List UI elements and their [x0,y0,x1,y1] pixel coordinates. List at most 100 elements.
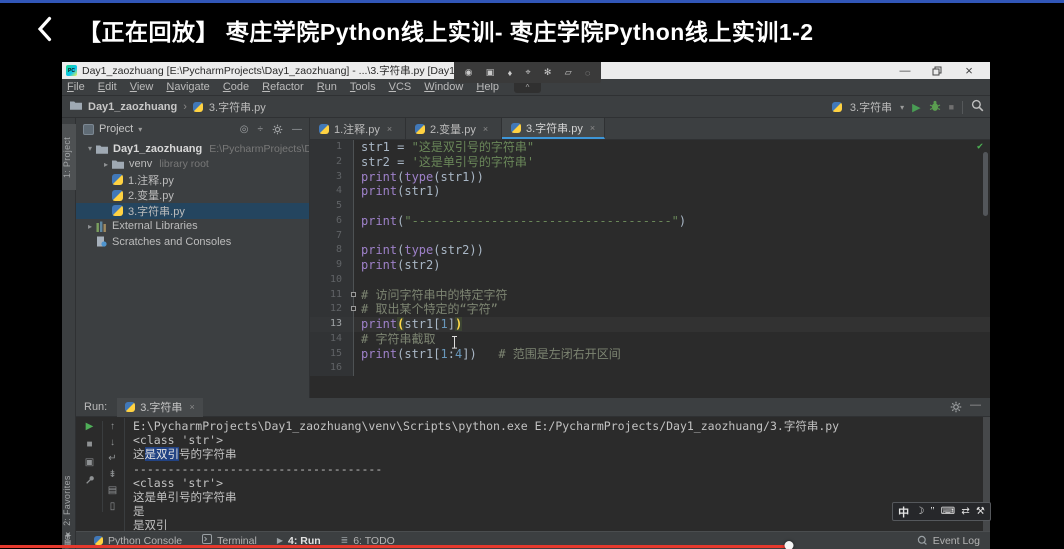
line-number[interactable]: 5 [310,199,354,214]
code-line-2[interactable]: 2str2 = '这是单引号的字符串' [310,155,990,170]
menu-file[interactable]: File [67,81,85,93]
line-number[interactable]: 4 [310,184,354,199]
up-stacktrace-button[interactable]: ↑ [110,421,115,432]
ime-tools-icon[interactable]: ⚒ [976,506,985,517]
menu-run[interactable]: Run [317,81,337,93]
line-number[interactable]: 10 [310,273,354,288]
collapse-all-icon[interactable]: ÷ [258,124,264,135]
restore-button[interactable] [922,62,952,79]
microphone-icon[interactable]: ♦ [508,68,513,78]
console-output[interactable]: E:\PycharmProjects\Day1_zaozhuang\venv\S… [124,418,982,531]
ime-punctuation-icon[interactable]: ’’ [930,506,934,517]
breadcrumb-project[interactable]: Day1_zaozhuang [88,101,177,113]
project-panel-title[interactable]: Project [99,123,133,135]
ime-keyboard-icon[interactable]: ⌨ [941,506,955,517]
close-icon[interactable]: × [387,124,392,134]
code-line-9[interactable]: 9print(str2) [310,258,990,273]
line-number[interactable]: 6 [310,214,354,229]
tree-item-1.注释.py[interactable]: 1.注释.py [76,172,309,188]
line-number[interactable]: 12 [310,302,354,317]
hide-panel-button[interactable]: — [970,399,981,411]
line-number[interactable]: 2 [310,155,354,170]
line-number[interactable]: 3 [310,170,354,185]
code-line-11[interactable]: 11# 访问字符串中的特定字符 [310,288,990,303]
chevron-down-icon[interactable]: ▾ [138,125,142,134]
ime-chinese-icon[interactable]: 中 [898,504,909,520]
menu-view[interactable]: View [130,81,154,93]
code-editor[interactable]: 1str1 = "这是双引号的字符串"2str2 = '这是单引号的字符串'3p… [310,140,990,398]
code-line-7[interactable]: 7 [310,229,990,244]
code-line-1[interactable]: 1str1 = "这是双引号的字符串" [310,140,990,155]
webcam-icon[interactable]: ◉ [465,67,473,78]
chevron-down-icon[interactable]: ▾ [900,103,904,112]
run-tab[interactable]: 3.字符串 × [117,398,202,417]
tree-item-2.变量.py[interactable]: 2.变量.py [76,188,309,204]
power-icon[interactable]: ◌ [585,68,590,78]
run-config-selector[interactable]: 3.字符串 [850,99,892,115]
fold-marker-icon[interactable] [351,292,356,297]
locate-icon[interactable]: ◎ [240,124,249,135]
ime-switch-icon[interactable]: ⇄ [961,506,969,517]
scroll-to-end-button[interactable]: ⇟ [108,469,116,480]
code-line-14[interactable]: 14# 字符串截取 [310,332,990,347]
run-button[interactable]: ▶ [912,101,920,114]
recorder-collapse-tab[interactable]: ^ [514,83,541,93]
restore-layout-button[interactable]: ▣ [85,457,94,468]
editor-tab-1.注释.py[interactable]: 1.注释.py× [310,118,406,139]
stripe-project-button[interactable]: 1: Project [62,124,76,190]
ime-moon-icon[interactable]: ☽ [915,506,924,517]
fold-marker-icon[interactable] [351,306,356,311]
line-number[interactable]: 8 [310,243,354,258]
pin-tab-button[interactable] [85,475,95,485]
code-line-13[interactable]: 13print(str1[1]) [310,317,990,332]
code-line-15[interactable]: 15print(str1[1:4]) # 范围是左闭右开区间 [310,347,990,362]
windows-icon[interactable]: ▱ [565,67,572,78]
stop-button[interactable]: ■ [86,439,92,450]
tree-item-external-libraries[interactable]: ▸External Libraries [76,219,309,235]
capture-icon[interactable]: ▣ [486,67,495,78]
clear-all-button[interactable]: ▯ [110,501,116,512]
tree-item-3.字符串.py[interactable]: 3.字符串.py [76,203,309,219]
editor-tab-3.字符串.py[interactable]: 3.字符串.py× [502,118,605,139]
annotate-icon[interactable]: ⌖ [526,67,531,78]
minimize-button[interactable]: — [890,62,920,79]
recorder-overlay-toolbar[interactable]: ◉▣♦⌖✻▱◌ [454,62,601,83]
close-icon[interactable]: × [590,123,595,133]
code-line-8[interactable]: 8print(type(str2)) [310,243,990,258]
code-line-3[interactable]: 3print(type(str1)) [310,170,990,185]
tree-arrow-icon[interactable]: ▸ [100,160,112,169]
line-number[interactable]: 1 [310,140,354,155]
breadcrumb-file[interactable]: 3.字符串.py [209,99,266,115]
menu-edit[interactable]: Edit [98,81,117,93]
line-number[interactable]: 14 [310,332,354,347]
menu-code[interactable]: Code [223,81,249,93]
stop-button[interactable]: ■ [949,102,954,112]
menu-tools[interactable]: Tools [350,81,376,93]
tree-item-day1_zaozhuang[interactable]: ▾Day1_zaozhuangE:\PycharmProjects\Day1_z… [76,141,309,157]
code-line-16[interactable]: 16 [310,361,990,376]
code-line-10[interactable]: 10 [310,273,990,288]
tree-arrow-icon[interactable]: ▾ [84,144,96,153]
line-number[interactable]: 16 [310,361,354,376]
menu-refactor[interactable]: Refactor [262,81,304,93]
tree-arrow-icon[interactable]: ▸ [84,222,96,231]
line-number[interactable]: 7 [310,229,354,244]
close-button[interactable]: × [954,62,984,79]
close-icon[interactable]: × [189,402,194,412]
line-number[interactable]: 15 [310,347,354,362]
code-line-12[interactable]: 12# 取出某个特定的“字符” [310,302,990,317]
editor-tab-2.变量.py[interactable]: 2.变量.py× [406,118,502,139]
line-number[interactable]: 13 [310,317,354,332]
hide-panel-icon[interactable]: — [292,124,302,135]
menu-vcs[interactable]: VCS [389,81,412,93]
soft-wrap-button[interactable]: ↵ [108,453,116,464]
settings-icon[interactable] [272,124,283,135]
close-icon[interactable]: × [483,124,488,134]
down-stacktrace-button[interactable]: ↓ [110,437,115,448]
code-line-5[interactable]: 5 [310,199,990,214]
search-everywhere-button[interactable] [971,99,984,115]
code-line-4[interactable]: 4print(str1) [310,184,990,199]
line-number[interactable]: 11 [310,288,354,303]
print-button[interactable]: ▤ [108,485,117,496]
editor-scrollbar[interactable] [983,152,988,216]
